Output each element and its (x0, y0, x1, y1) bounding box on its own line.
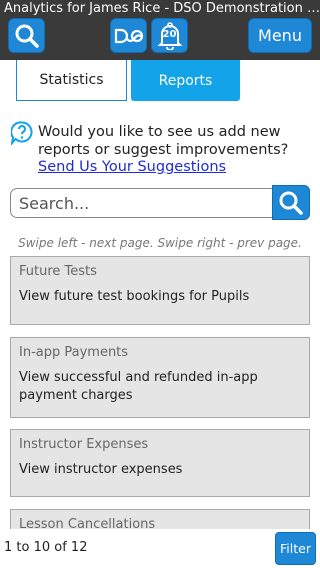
question-bubble-icon (11, 121, 33, 145)
tab-statistics[interactable]: Statistics (16, 60, 127, 101)
notifications-button[interactable]: 20 (151, 18, 188, 53)
report-card-future-tests[interactable]: Future Tests View future test bookings f… (10, 256, 310, 325)
search-icon (279, 191, 303, 215)
tab-reports[interactable]: Reports (131, 60, 240, 101)
dso-logo-icon (114, 28, 143, 43)
pagination-status: 1 to 10 of 12 (4, 540, 88, 555)
suggestion-prompt: Would you like to see us add new reports… (38, 124, 289, 158)
send-suggestions-link[interactable]: Send Us Your Suggestions (38, 159, 226, 176)
menu-button[interactable]: Menu (248, 18, 312, 53)
search-submit-button[interactable] (272, 185, 310, 220)
dso-logo-button[interactable] (110, 18, 147, 53)
report-title: Future Tests (19, 264, 97, 279)
app-screen: Analytics for James Rice - DSO Demonstra… (0, 0, 320, 568)
app-title: Analytics for James Rice - DSO Demonstra… (4, 1, 320, 16)
bell-icon: 20 (157, 21, 183, 51)
notification-count: 20 (162, 28, 177, 40)
report-title: Instructor Expenses (19, 437, 149, 452)
report-description: View instructor expenses (19, 462, 183, 477)
top-bar: Analytics for James Rice - DSO Demonstra… (0, 0, 320, 60)
report-card-in-app-payments[interactable]: In-app Payments View successful and refu… (10, 337, 310, 418)
search-input[interactable] (10, 188, 274, 218)
filter-button[interactable]: Filter (275, 532, 316, 565)
swipe-hint: Swipe left - next page. Swipe right - pr… (18, 236, 302, 250)
report-description: View successful and refunded in-app paym… (19, 370, 258, 403)
search-icon (15, 24, 39, 48)
report-title: In-app Payments (19, 345, 129, 360)
report-description: View future test bookings for Pupils (19, 289, 250, 304)
search-button[interactable] (8, 18, 45, 53)
report-card-instructor-expenses[interactable]: Instructor Expenses View instructor expe… (10, 429, 310, 497)
footer-bar: 1 to 10 of 12 Filter (0, 529, 320, 568)
